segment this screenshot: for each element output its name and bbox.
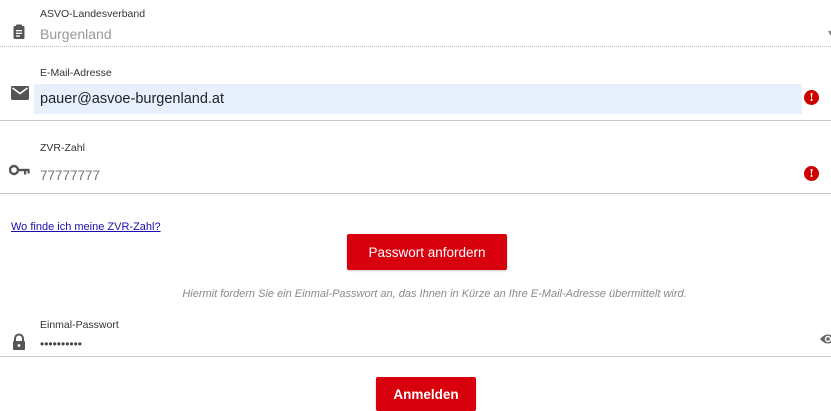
zvr-field-group: ZVR-Zahl 77777777 ! (0, 136, 831, 198)
email-underline (0, 120, 831, 121)
clipboard-icon (11, 24, 27, 40)
zvr-underline (0, 193, 831, 194)
zvr-help-link[interactable]: Wo finde ich meine ZVR-Zahl? (11, 221, 161, 233)
verband-label: ASVO-Landesverband (40, 8, 146, 20)
lock-icon (11, 333, 27, 350)
zvr-field[interactable]: 77777777 (40, 168, 100, 183)
error-icon: ! (804, 166, 819, 181)
login-button[interactable]: Anmelden (376, 377, 476, 411)
otp-underline (0, 356, 831, 357)
otp-field-group: Einmal-Passwort •••••••••• (0, 312, 831, 362)
error-icon: ! (804, 90, 819, 105)
email-label: E-Mail-Adresse (40, 67, 112, 79)
otp-label: Einmal-Passwort (40, 319, 119, 331)
email-value[interactable]: pauer@asvoe-burgenland.at (40, 91, 224, 107)
verband-underline (0, 46, 831, 47)
mail-icon (11, 86, 29, 102)
eye-icon[interactable] (819, 332, 831, 346)
key-icon (8, 163, 31, 179)
hint-text-content: Hiermit fordern Sie ein Einmal-Passwort … (182, 288, 687, 300)
zvr-label: ZVR-Zahl (40, 142, 85, 154)
otp-field[interactable]: •••••••••• (40, 337, 82, 351)
request-password-button[interactable]: Passwort anfordern (347, 234, 507, 270)
email-field-group: E-Mail-Adresse pauer@asvoe-burgenland.at… (0, 60, 831, 122)
verband-select[interactable]: ASVO-Landesverband Burgenland ▾ (0, 0, 831, 50)
verband-value: Burgenland (40, 26, 112, 42)
hint-text: Hiermit fordern Sie ein Einmal-Passwort … (0, 288, 831, 300)
